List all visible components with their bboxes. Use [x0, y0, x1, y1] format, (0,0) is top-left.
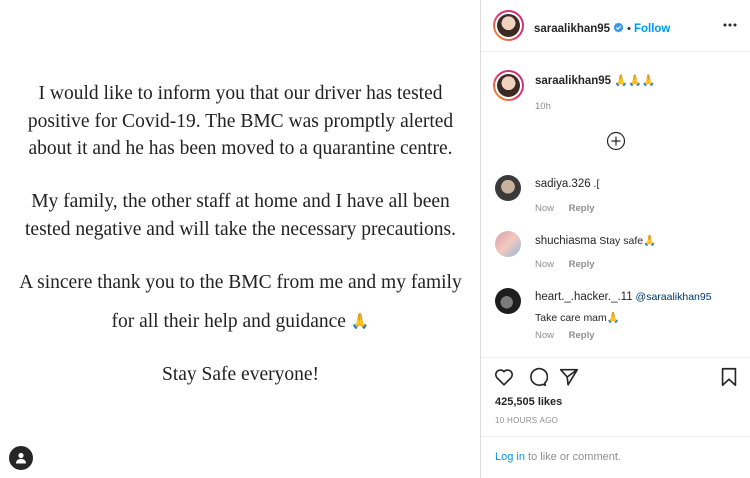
header-separator: • — [627, 23, 631, 35]
comment-item: sadiya.326 .[ Now Reply — [495, 175, 745, 225]
verified-badge-icon — [613, 22, 624, 33]
tagged-user-icon[interactable] — [9, 446, 33, 470]
comment-time: Now — [535, 259, 555, 270]
follow-button[interactable]: Follow — [634, 23, 670, 35]
caption-text: 🙏🙏🙏 — [614, 74, 656, 87]
bookmark-icon[interactable] — [718, 366, 740, 388]
post-paragraph-2: My family, the other staff at home and I… — [0, 188, 481, 244]
folded-hands-icon: 🙏 — [350, 312, 370, 330]
comment-bar-text: to like or comment. — [524, 451, 621, 463]
post-image: I would like to inform you that our driv… — [0, 0, 481, 478]
post-header: saraalikhan95 • Follow — [481, 0, 750, 52]
post-line: positive for Covid-19. The BMC was promp… — [27, 110, 454, 132]
comment-time: Now — [535, 203, 555, 214]
post-timestamp: 10 HOURS AGO — [495, 416, 559, 425]
actions-divider — [481, 357, 750, 358]
comment-body: sadiya.326 .[ — [535, 178, 599, 190]
send-icon[interactable] — [558, 366, 580, 388]
post-closing: Stay Safe everyone! — [161, 363, 320, 385]
comment-item: heart._.hacker._.11 @saraalikhan95 Take … — [495, 288, 745, 341]
post-side-panel: saraalikhan95 • Follow saraalikhan95 🙏🙏🙏 1… — [481, 0, 750, 478]
more-horizontal-icon[interactable] — [722, 18, 738, 32]
comment-username[interactable]: sadiya.326 — [535, 178, 591, 190]
comment-username[interactable]: heart._.hacker._.11 — [535, 291, 633, 303]
action-bar — [481, 366, 750, 392]
commenter-avatar[interactable] — [495, 231, 521, 257]
commenter-avatar[interactable] — [495, 288, 521, 314]
post-line: about it and he has been moved to a quar… — [28, 138, 453, 159]
login-link[interactable]: Log in — [495, 451, 525, 463]
comment-icon[interactable] — [526, 366, 548, 388]
heart-icon[interactable] — [493, 366, 515, 388]
post-image-text: I would like to inform you that our driv… — [0, 80, 481, 388]
comment-body: heart._.hacker._.11 @saraalikhan95 — [535, 291, 712, 303]
comment-bar: Log in to like or comment. — [495, 451, 621, 463]
post-paragraph-1: I would like to inform you that our driv… — [0, 80, 481, 163]
plus-circle-icon[interactable] — [606, 131, 626, 151]
comment-bar-divider — [481, 436, 750, 437]
comment-time: Now — [535, 330, 555, 341]
comment-mention[interactable]: @saraalikhan95 — [636, 291, 712, 303]
comment-username[interactable]: shuchiasma — [535, 235, 596, 247]
post-line-text: for all their help and guidance — [111, 311, 346, 332]
comment-text: Take care mam🙏 — [535, 312, 620, 324]
post-line: A sincere thank you to the BMC from me a… — [19, 271, 462, 293]
comment-meta: Now Reply — [535, 203, 595, 214]
author-username[interactable]: saraalikhan95 — [534, 23, 610, 35]
post-paragraph-3: A sincere thank you to the BMC from me a… — [0, 269, 481, 336]
post-line: My family, the other staff at home and I… — [31, 190, 450, 212]
caption-time: 10h — [535, 101, 551, 112]
reply-button[interactable]: Reply — [569, 259, 595, 270]
caption-avatar[interactable] — [493, 70, 524, 101]
caption-username[interactable]: saraalikhan95 — [535, 75, 611, 87]
reply-button[interactable]: Reply — [569, 330, 595, 341]
author-avatar[interactable] — [493, 10, 524, 41]
likes-count[interactable]: 425,505 likes — [495, 396, 562, 408]
reply-button[interactable]: Reply — [569, 203, 595, 214]
caption-row: saraalikhan95 🙏🙏🙏 — [535, 74, 655, 87]
header-user-row: saraalikhan95 • Follow — [534, 19, 670, 37]
commenter-avatar[interactable] — [495, 175, 521, 201]
comment-meta: Now Reply — [535, 330, 595, 341]
comment-meta: Now Reply — [535, 259, 595, 270]
comment-body: shuchiasma Stay safe🙏 — [535, 234, 656, 247]
post-line: for all their help and guidance 🙏 — [0, 308, 481, 336]
comment-text: Stay safe🙏 — [599, 235, 657, 247]
comment-item: shuchiasma Stay safe🙏 Now Reply — [495, 231, 745, 281]
post-line: I would like to inform you that our driv… — [38, 83, 443, 104]
post-line: tested negative and will take the necess… — [25, 218, 456, 240]
comment-text: .[ — [593, 178, 600, 190]
